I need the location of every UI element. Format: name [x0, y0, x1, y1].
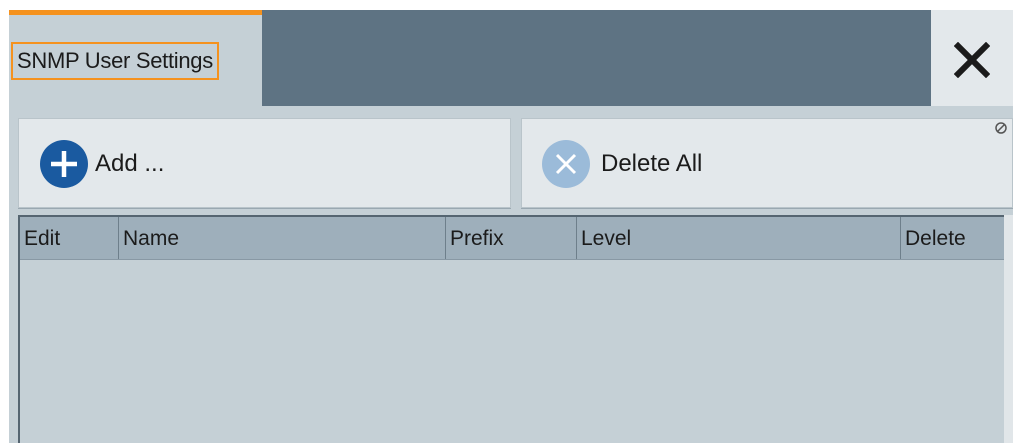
delete-all-button-label: Delete All	[601, 150, 703, 177]
tab-snmp-user-settings[interactable]: SNMP User Settings	[9, 10, 262, 106]
x-circle-icon	[542, 140, 590, 188]
dialog-title: SNMP User Settings	[11, 42, 219, 80]
column-header-prefix[interactable]: Prefix	[446, 217, 577, 259]
snmp-user-settings-dialog: SNMP User Settings Add ... Delete All Ed…	[9, 10, 1013, 443]
close-icon	[954, 42, 990, 78]
delete-all-button[interactable]: Delete All	[521, 118, 1013, 208]
snmp-users-table: Edit Name Prefix Level Delete	[18, 215, 1004, 443]
close-button[interactable]	[931, 10, 1013, 106]
column-header-level[interactable]: Level	[577, 217, 901, 259]
table-scrollbar[interactable]	[1004, 215, 1013, 443]
add-button-label: Add ...	[95, 150, 165, 177]
dialog-header: SNMP User Settings	[9, 10, 1013, 106]
disabled-icon	[995, 122, 1007, 134]
table-header: Edit Name Prefix Level Delete	[20, 217, 1004, 260]
add-button[interactable]: Add ...	[18, 118, 511, 208]
plus-circle-icon	[40, 140, 88, 188]
column-header-name[interactable]: Name	[119, 217, 446, 259]
column-header-edit[interactable]: Edit	[20, 217, 119, 259]
column-header-delete[interactable]: Delete	[901, 217, 1004, 259]
